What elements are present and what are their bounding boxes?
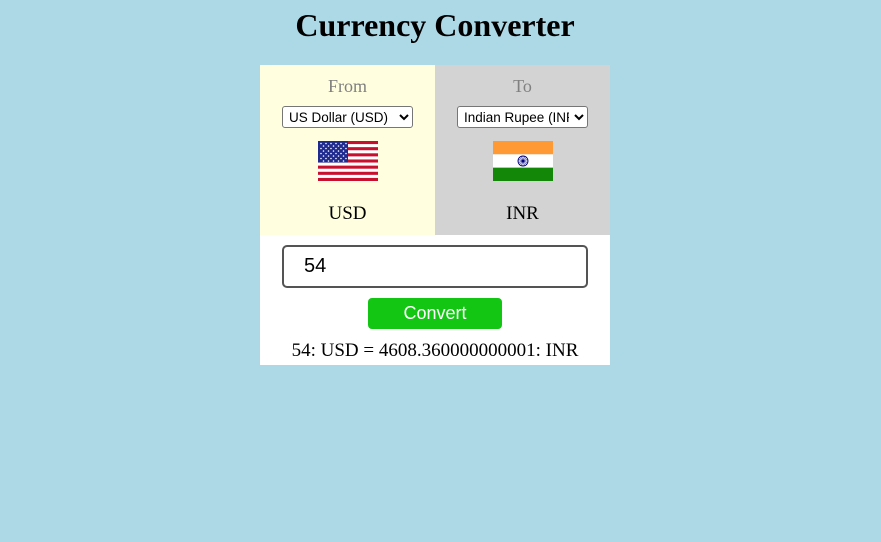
to-currency-code: INR [506,203,539,224]
from-currency-code: USD [328,203,367,224]
conversion-result: 54: USD = 4608.360000000001: INR [291,340,579,361]
convert-button[interactable]: Convert [368,298,502,329]
india-flag-icon [493,141,553,181]
from-panel: From US Dollar (USD) USD [260,65,435,235]
from-currency-select[interactable]: US Dollar (USD) [282,106,413,128]
to-panel: To Indian Rupee (INR) INR [435,65,610,235]
page-title: Currency Converter [295,7,575,43]
amount-input[interactable] [282,245,588,288]
converter-card: From US Dollar (USD) USD To Indian Rupee… [260,65,610,365]
to-label: To [513,76,532,96]
to-currency-select[interactable]: Indian Rupee (INR) [457,106,588,128]
from-label: From [327,76,367,96]
us-flag-icon [318,141,378,181]
